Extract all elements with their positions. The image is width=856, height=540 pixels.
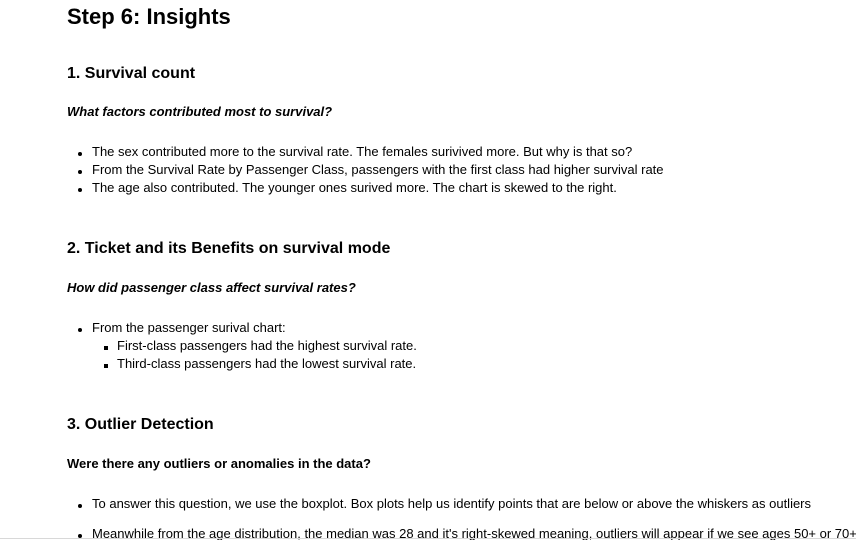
bullet-icon <box>78 188 82 192</box>
section-question: How did passenger class affect survival … <box>67 280 356 295</box>
section-heading-outlier-detection: 3. Outlier Detection <box>67 416 214 433</box>
list-item: From the passenger surival chart: <box>92 320 286 335</box>
list-item: To answer this question, we use the boxp… <box>92 496 812 511</box>
sub-list-item: Third-class passengers had the lowest su… <box>117 356 417 371</box>
cell-divider <box>0 538 856 539</box>
section-question: What factors contributed most to surviva… <box>67 104 333 119</box>
bullet-icon <box>78 328 82 332</box>
section-heading-survival-count: 1. Survival count <box>67 65 196 82</box>
sub-list-item: First-class passengers had the highest s… <box>117 338 417 353</box>
bullet-icon <box>78 504 82 508</box>
notebook-page: Step 6: Insights 1. Survival count What … <box>0 0 856 540</box>
sub-bullet-icon <box>104 364 108 368</box>
list-item: The sex contributed more to the survival… <box>92 144 633 159</box>
section-question: Were there any outliers or anomalies in … <box>67 456 371 471</box>
bullet-icon <box>78 170 82 174</box>
list-item: From the Survival Rate by Passenger Clas… <box>92 162 664 177</box>
list-item: The age also contributed. The younger on… <box>92 180 617 195</box>
bullet-icon <box>78 152 82 156</box>
sub-bullet-icon <box>104 346 108 350</box>
page-title: Step 6: Insights <box>67 4 231 29</box>
section-heading-ticket-benefits: 2. Ticket and its Benefits on survival m… <box>67 240 391 257</box>
